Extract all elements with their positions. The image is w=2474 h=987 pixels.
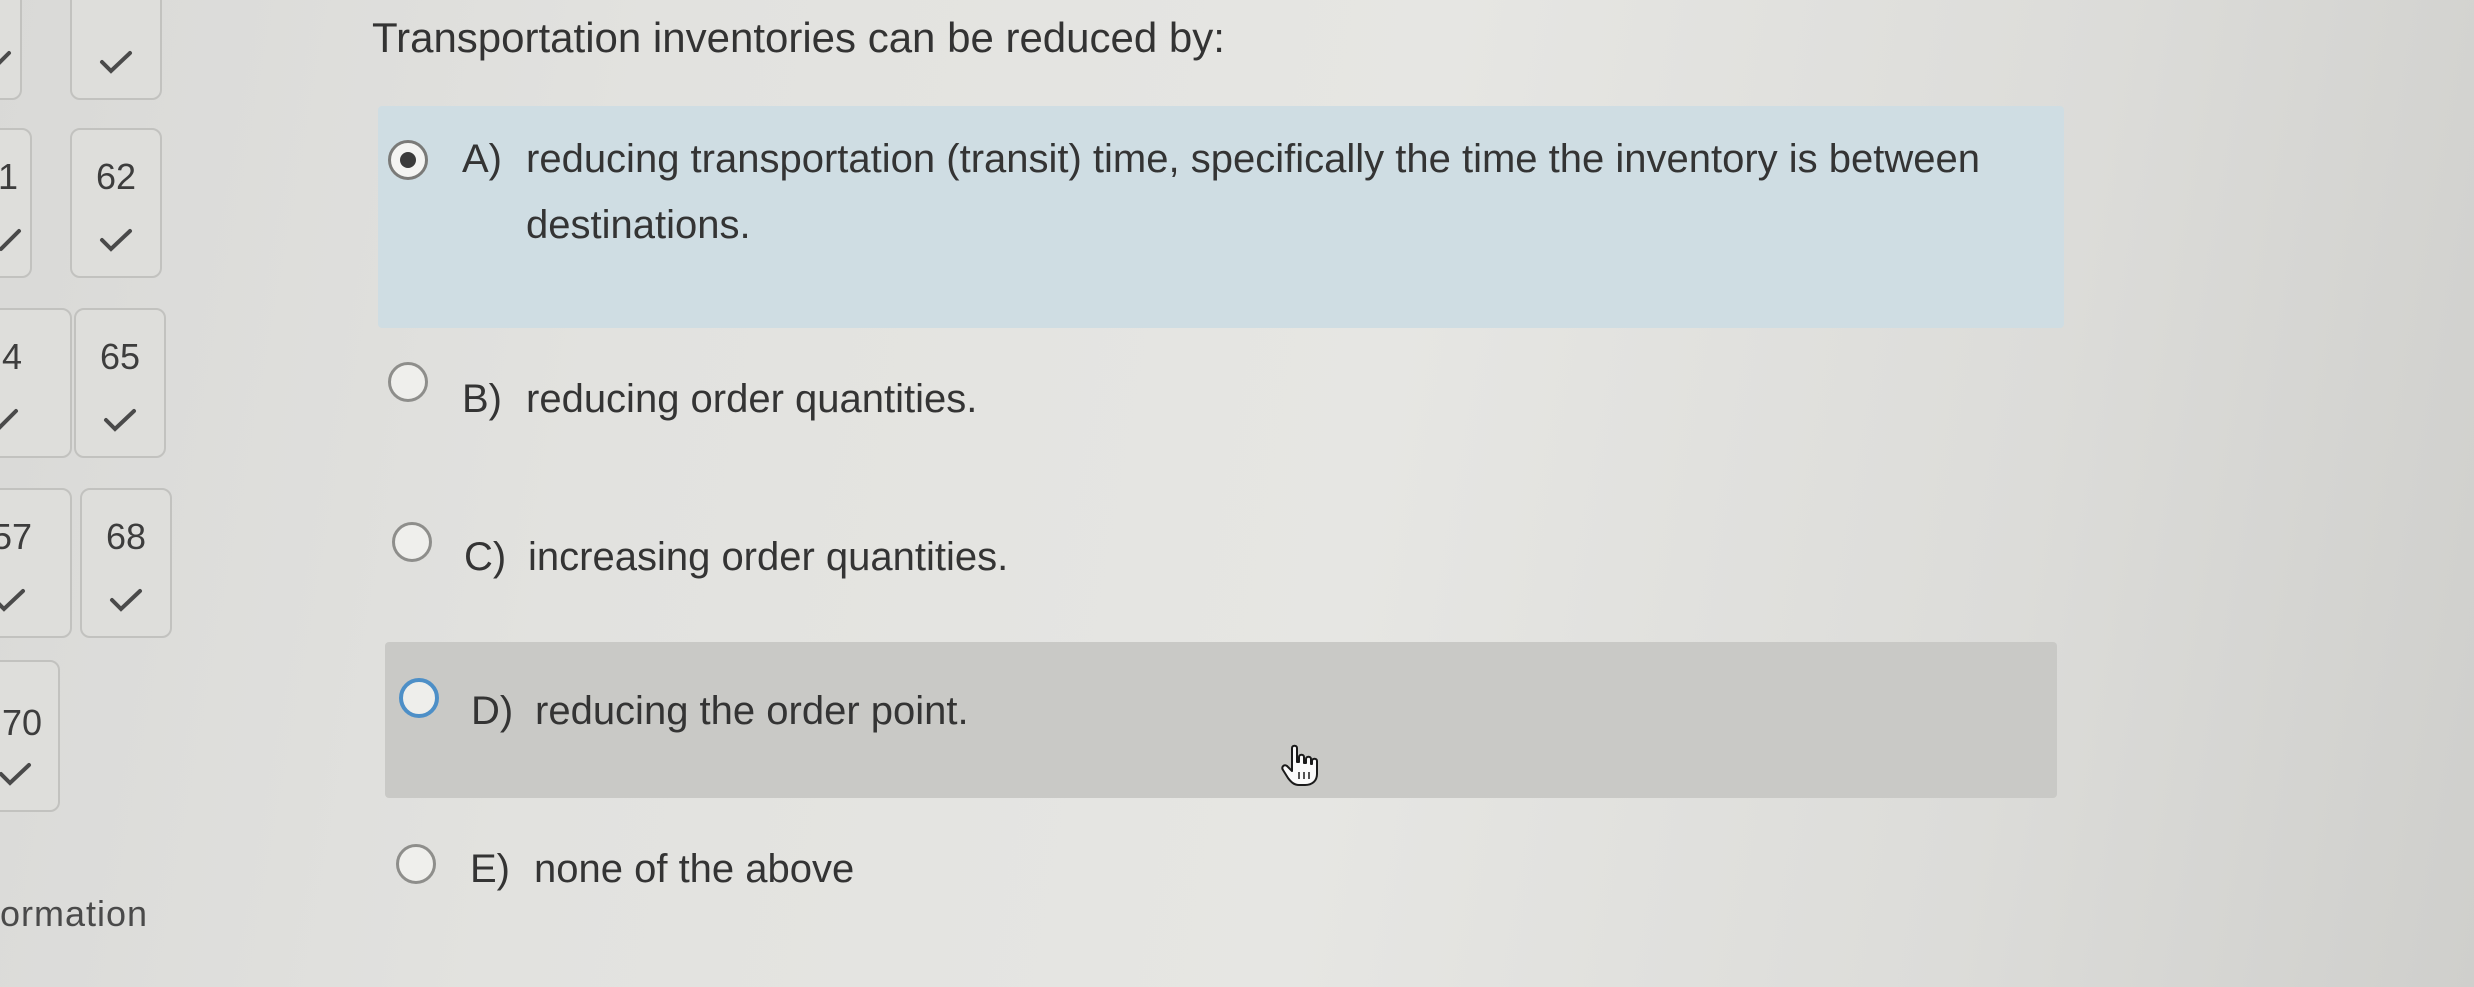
check-icon — [0, 757, 58, 796]
answer-choice-a[interactable]: A) reducing transportation (transit) tim… — [378, 106, 2064, 328]
nav-tile[interactable]: 65 — [74, 308, 166, 458]
radio-button-e[interactable] — [396, 844, 436, 884]
choice-label: reducing the order point. — [535, 689, 969, 733]
check-icon — [82, 583, 170, 622]
choice-letter: E) — [470, 847, 510, 891]
answer-choice-d[interactable]: D) reducing the order point. — [385, 642, 2057, 798]
radio-button-a[interactable] — [388, 140, 428, 180]
check-icon — [0, 403, 70, 442]
choice-letter: A) — [462, 137, 502, 181]
nav-tile-number: 57 — [0, 516, 33, 557]
nav-tile[interactable] — [0, 0, 22, 100]
answer-choice-a-text: A) reducing transportation (transit) tim… — [462, 126, 2042, 258]
nav-tile-number: 62 — [95, 156, 137, 197]
nav-tile-number: 70 — [2, 702, 43, 743]
radio-button-c[interactable] — [392, 522, 432, 562]
choice-label: increasing order quantities. — [528, 535, 1009, 579]
radio-button-d[interactable] — [399, 678, 439, 718]
nav-tile[interactable]: 70 — [0, 660, 60, 812]
choice-label: reducing transportation (transit) time, … — [526, 137, 1981, 247]
nav-tile-number: 4 — [2, 336, 23, 377]
nav-tile[interactable]: 68 — [80, 488, 172, 638]
nav-tile[interactable]: 4 — [0, 308, 72, 458]
section-label[interactable]: ormation — [0, 893, 148, 935]
check-icon — [0, 45, 20, 84]
hand-pointer-cursor-icon — [1280, 744, 1320, 793]
nav-tile[interactable]: 62 — [70, 128, 162, 278]
nav-tile-number: 1 — [0, 156, 19, 197]
answer-choice-b[interactable]: B) reducing order quantities. — [378, 342, 2064, 472]
question-text: Transportation inventories can be reduce… — [372, 14, 1225, 61]
answer-choice-e[interactable]: E) none of the above — [378, 818, 2064, 948]
nav-tile-number: 68 — [105, 516, 147, 557]
check-icon — [76, 403, 164, 442]
choice-label: none of the above — [534, 847, 855, 891]
nav-tile[interactable]: 1 — [0, 128, 32, 278]
nav-tile-number: 65 — [99, 336, 141, 377]
answer-choice-e-text: E) none of the above — [470, 836, 2030, 902]
nav-tile[interactable] — [70, 0, 162, 100]
answer-choice-b-text: B) reducing order quantities. — [462, 366, 2042, 432]
choice-label: reducing order quantities. — [526, 377, 978, 421]
check-icon — [72, 45, 160, 84]
answer-choice-d-text: D) reducing the order point. — [471, 678, 2031, 744]
check-icon — [72, 223, 160, 262]
choice-letter: C) — [464, 535, 507, 579]
check-icon — [0, 583, 70, 622]
check-icon — [0, 223, 30, 262]
choice-letter: B) — [462, 377, 502, 421]
nav-tile[interactable]: 57 — [0, 488, 72, 638]
answer-choice-c[interactable]: C) increasing order quantities. — [378, 498, 2064, 628]
answer-choice-c-text: C) increasing order quantities. — [464, 524, 2044, 590]
radio-button-b[interactable] — [388, 362, 428, 402]
choice-letter: D) — [471, 689, 514, 733]
